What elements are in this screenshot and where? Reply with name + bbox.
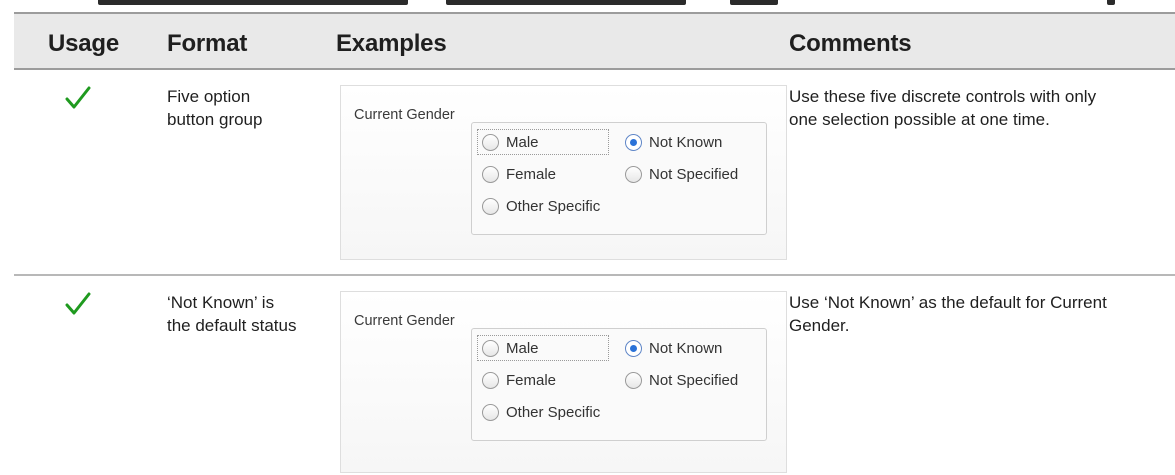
radio-label: Not Known (649, 339, 723, 357)
comment-cell: Use these five discrete controls with on… (789, 85, 1174, 131)
comment-line: Use these five discrete controls with on… (789, 87, 1097, 106)
radio-button[interactable] (482, 165, 499, 183)
comment-line: Gender. (789, 316, 850, 335)
radio-button[interactable] (625, 371, 642, 389)
header-usage: Usage (48, 30, 120, 57)
table-row: ‘Not Known’ is the default status Curren… (14, 276, 1175, 475)
current-gender-label: Current Gender (354, 313, 455, 329)
radio-option-other-specific[interactable]: Other Specific (482, 401, 600, 423)
gender-radio-group: Male Female Other Specific Not Known Not… (471, 122, 767, 235)
radio-label: Female (506, 371, 557, 389)
radio-option-female[interactable]: Female (482, 369, 556, 391)
radio-label: Male (506, 133, 539, 151)
radio-label: Other Specific (506, 403, 601, 421)
radio-option-male[interactable]: Male (482, 131, 539, 153)
comment-cell: Use ‘Not Known’ as the default for Curre… (789, 291, 1174, 337)
format-line: the default status (167, 316, 297, 335)
cropped-title-strip (0, 0, 1175, 8)
format-cell: Five option button group (167, 85, 262, 131)
radio-option-not-known[interactable]: Not Known (625, 131, 722, 153)
header-examples: Examples (336, 30, 447, 57)
radio-label: Male (506, 339, 539, 357)
radio-label: Female (506, 165, 557, 183)
radio-button[interactable] (482, 371, 499, 389)
radio-button[interactable] (482, 197, 499, 215)
cropped-title-fragment (1107, 0, 1115, 5)
check-icon (65, 86, 91, 109)
header-format: Format (167, 30, 248, 57)
cropped-title-fragment (730, 0, 778, 5)
format-line: button group (167, 110, 263, 129)
radio-button[interactable] (482, 403, 499, 421)
header-comments: Comments (789, 30, 912, 57)
radio-button-selected[interactable] (625, 133, 642, 151)
cropped-title-fragment (98, 0, 408, 5)
radio-button[interactable] (482, 133, 499, 151)
check-icon (65, 292, 91, 315)
radio-button-selected[interactable] (625, 339, 642, 357)
radio-button[interactable] (625, 165, 642, 183)
radio-option-not-specified[interactable]: Not Specified (625, 163, 738, 185)
example-panel: Current Gender Male Female Other Specifi… (340, 291, 787, 473)
radio-label: Other Specific (506, 197, 601, 215)
radio-option-not-known[interactable]: Not Known (625, 337, 722, 359)
comment-line: one selection possible at one time. (789, 110, 1050, 129)
cropped-title-fragment (446, 0, 686, 5)
format-line: ‘Not Known’ is (167, 293, 275, 312)
gender-radio-group: Male Female Other Specific Not Known Not… (471, 328, 767, 441)
radio-option-not-specified[interactable]: Not Specified (625, 369, 738, 391)
radio-option-other-specific[interactable]: Other Specific (482, 195, 600, 217)
table-row: Five option button group Current Gender … (14, 70, 1175, 276)
format-line: Five option (167, 87, 251, 106)
table-header: Usage Format Examples Comments (14, 12, 1175, 70)
radio-label: Not Known (649, 133, 723, 151)
radio-option-male[interactable]: Male (482, 337, 539, 359)
radio-option-female[interactable]: Female (482, 163, 556, 185)
example-panel: Current Gender Male Female Other Specifi… (340, 85, 787, 260)
radio-label: Not Specified (649, 371, 739, 389)
comment-line: Use ‘Not Known’ as the default for Curre… (789, 293, 1107, 312)
radio-button[interactable] (482, 339, 499, 357)
radio-label: Not Specified (649, 165, 739, 183)
current-gender-label: Current Gender (354, 107, 455, 123)
format-cell: ‘Not Known’ is the default status (167, 291, 296, 337)
